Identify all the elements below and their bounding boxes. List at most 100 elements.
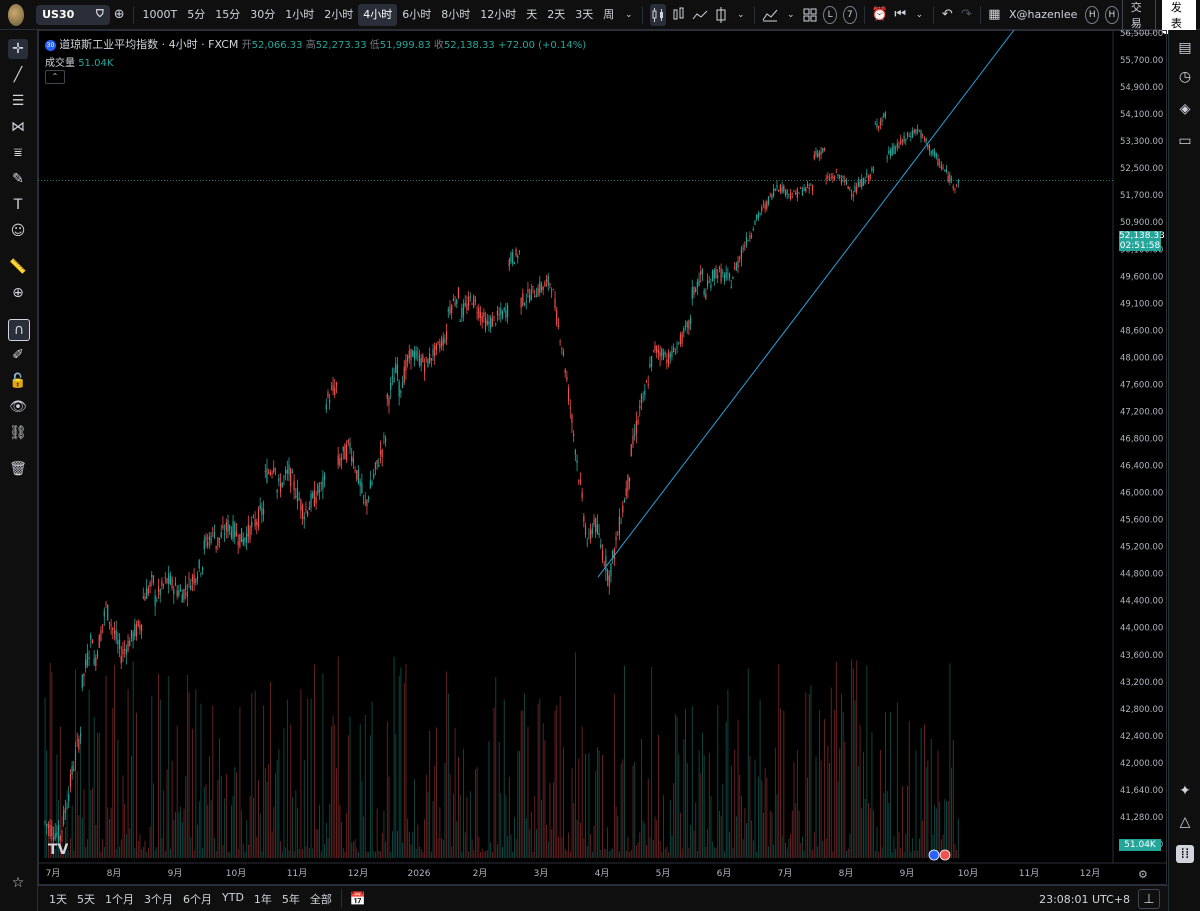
candle-body: [51, 825, 53, 837]
interval-button[interactable]: 1000T: [138, 4, 183, 26]
range-button[interactable]: 全部: [305, 891, 337, 907]
range-button[interactable]: 5天: [72, 891, 100, 907]
indicators-icon[interactable]: [762, 6, 778, 24]
volume-bar: [639, 832, 641, 858]
volume-bar: [585, 753, 587, 858]
interval-button[interactable]: 12小时: [475, 4, 521, 26]
table-icon[interactable]: ▦: [988, 6, 1001, 24]
replay-icon[interactable]: ⏮: [894, 6, 907, 24]
line-style-icon[interactable]: [692, 6, 708, 24]
replay-chevron-icon[interactable]: ⌄: [913, 6, 926, 24]
user-avatar[interactable]: [8, 3, 25, 26]
favorites-star-icon[interactable]: ☆: [8, 873, 28, 893]
collapse-legend-icon[interactable]: ⌃: [45, 70, 65, 84]
hollow-candle-icon[interactable]: [714, 6, 728, 24]
chat-icon[interactable]: ▭: [1176, 132, 1194, 150]
user-handle[interactable]: X@hazenlee: [1004, 4, 1082, 26]
price-chart[interactable]: 56,500.00 55,700.00 54,900.00 54,100.00 53,3…: [38, 30, 1167, 885]
text-tool-icon[interactable]: T: [8, 195, 28, 215]
volume-label[interactable]: 成交量: [45, 58, 75, 69]
interval-button[interactable]: 8小时: [436, 4, 475, 26]
interval-button[interactable]: 15分: [210, 4, 245, 26]
trendline-tool-icon[interactable]: ╱: [8, 65, 28, 85]
interval-button[interactable]: 2天: [542, 4, 570, 26]
legend-title[interactable]: 道琼斯工业平均指数 · 4小时 · FXCM: [59, 38, 238, 51]
pattern-tool-icon[interactable]: ⋈: [8, 117, 28, 137]
candle-body: [330, 388, 332, 390]
pencil-lock-icon[interactable]: ✐: [8, 345, 28, 365]
alert-clock-icon[interactable]: ⏰: [871, 6, 887, 24]
interval-button[interactable]: 30分: [245, 4, 280, 26]
volume-bar: [127, 689, 129, 858]
candle-body: [439, 344, 441, 348]
fib-tool-icon[interactable]: ☰: [8, 91, 28, 111]
volume-bar: [591, 851, 593, 858]
interval-dropdown-chevron-icon[interactable]: ⌄: [622, 6, 635, 24]
trash-icon[interactable]: 🗑: [8, 459, 28, 479]
interval-button[interactable]: 天: [521, 4, 542, 26]
range-button[interactable]: YTD: [217, 891, 249, 907]
interval-button[interactable]: 3天: [570, 4, 598, 26]
interval-button[interactable]: 6小时: [397, 4, 436, 26]
redo-icon[interactable]: ↷: [960, 6, 973, 24]
volume-bar: [646, 845, 648, 858]
add-symbol-icon[interactable]: ⊕: [113, 6, 126, 24]
goto-date-icon[interactable]: 📅: [349, 890, 367, 908]
range-button[interactable]: 6个月: [178, 891, 217, 907]
candle-body: [561, 348, 563, 350]
candle-body: [279, 482, 282, 492]
link-icon[interactable]: ⛓: [8, 423, 28, 443]
range-button[interactable]: 1天: [44, 891, 72, 907]
publish-button[interactable]: 发表: [1161, 0, 1197, 34]
magnet-icon[interactable]: ∩: [8, 319, 30, 341]
interval-button[interactable]: 4小时: [358, 3, 398, 26]
candle-body: [740, 249, 743, 259]
volume-bar: [334, 724, 336, 858]
candle-body: [386, 394, 388, 399]
divider: [340, 890, 342, 908]
volume-bar: [857, 766, 859, 858]
range-button[interactable]: 5年: [277, 891, 305, 907]
style-dropdown-chevron-icon[interactable]: ⌄: [734, 6, 747, 24]
candle-body: [506, 305, 509, 318]
interval-button[interactable]: 周: [598, 4, 619, 26]
candle-style-icon[interactable]: [650, 3, 667, 26]
crosshair-icon[interactable]: ✛: [8, 39, 28, 59]
triangle-icon[interactable]: △: [1176, 813, 1194, 831]
badge-h-2[interactable]: H: [1105, 5, 1119, 24]
range-button[interactable]: 1年: [249, 891, 277, 907]
interval-button[interactable]: 5分: [182, 4, 210, 26]
watchlist-icon[interactable]: ▤: [1176, 39, 1194, 57]
range-button[interactable]: 3个月: [139, 891, 178, 907]
lock-icon[interactable]: 🔓: [8, 371, 28, 391]
range-button[interactable]: 1个月: [100, 891, 139, 907]
layers-icon[interactable]: ◈: [1176, 100, 1194, 118]
interval-button[interactable]: 1小时: [280, 4, 319, 26]
symbol-search[interactable]: US30 ⛉: [36, 4, 110, 25]
candle-body: [183, 589, 185, 600]
brush-tool-icon[interactable]: ✎: [8, 169, 28, 189]
alerts-clock-icon[interactable]: ◷: [1176, 68, 1194, 86]
candle-body: [381, 449, 383, 458]
bar-style-icon[interactable]: [672, 6, 686, 24]
ruler-icon[interactable]: 📏: [8, 257, 28, 277]
volume-bar: [786, 848, 788, 858]
emoji-tool-icon[interactable]: ☺: [8, 221, 28, 241]
badge-7[interactable]: 7: [843, 5, 857, 24]
ideas-sparkle-icon[interactable]: ✦: [1176, 782, 1194, 800]
auto-scale-icon[interactable]: ⊥: [1138, 889, 1160, 909]
trade-button[interactable]: 交易: [1121, 0, 1156, 34]
interval-button[interactable]: 2小时: [319, 4, 358, 26]
apps-grid-icon[interactable]: ⁞⁞: [1176, 845, 1194, 863]
undo-icon[interactable]: ↶: [941, 6, 954, 24]
indicators-chevron-icon[interactable]: ⌄: [784, 6, 797, 24]
badge-h-1[interactable]: H: [1085, 5, 1100, 24]
zoom-icon[interactable]: ⊕: [8, 283, 28, 303]
candle-body: [356, 470, 358, 480]
layout-grid-icon[interactable]: [803, 6, 817, 24]
eye-icon[interactable]: 👁: [8, 397, 28, 417]
clock[interactable]: 23:08:01 UTC+8: [1034, 893, 1135, 906]
projection-tool-icon[interactable]: ⩸: [8, 143, 28, 163]
badge-l[interactable]: L: [823, 5, 838, 24]
price-tick-label: 41,280.00: [1120, 813, 1163, 823]
